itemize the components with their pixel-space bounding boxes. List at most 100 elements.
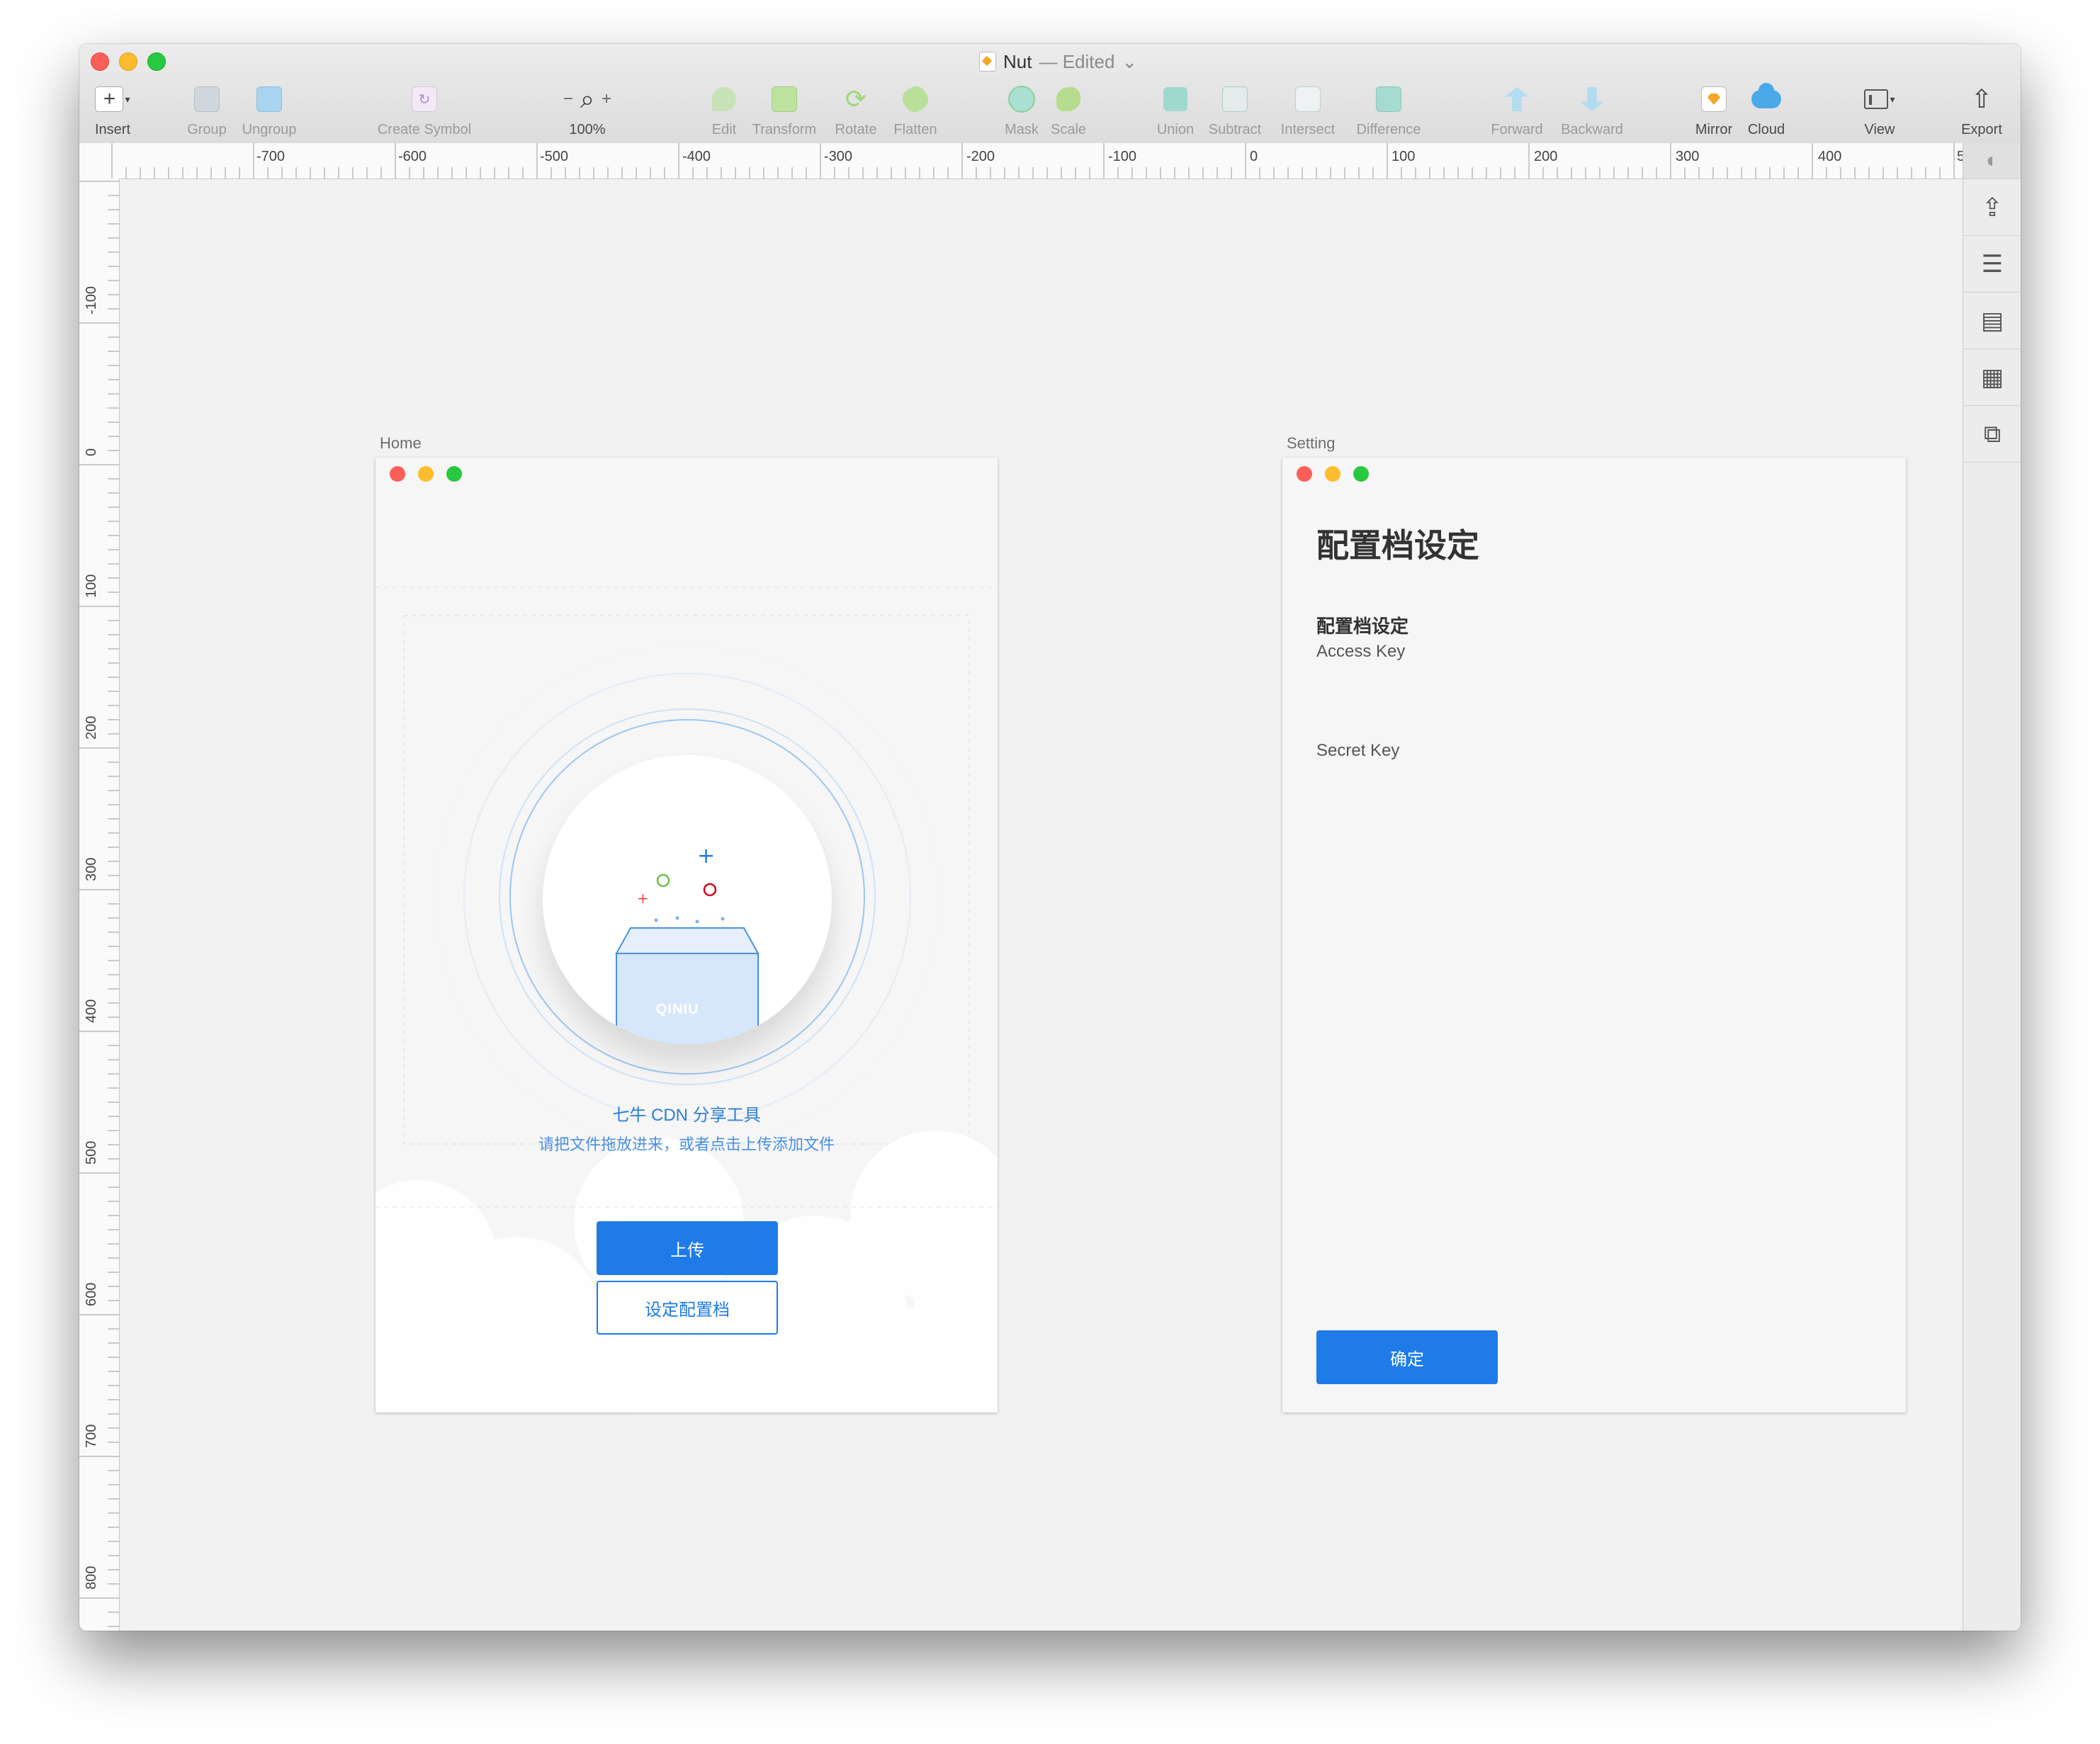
maximize-window-button[interactable] [147, 52, 166, 71]
minimize-window-button[interactable] [119, 52, 137, 71]
view-label: View [1864, 122, 1895, 137]
artboard-label-home[interactable]: Home [380, 434, 422, 453]
link-icon[interactable]: ⧉ [1963, 407, 2021, 463]
horizontal-ruler[interactable]: -700 -600 -500 -400 -300 -200 -100 0 100… [79, 143, 1965, 179]
union-label: Union [1156, 122, 1195, 137]
ungroup-icon [256, 81, 282, 118]
mirror-icon [1701, 81, 1727, 118]
app-title: 七牛 CDN 分享工具 [612, 1106, 761, 1125]
create-symbol-button[interactable]: ↻ Create Symbol [371, 81, 478, 142]
inspector-sidebar: ◐ ⇪ ☰ ▤ ▦ ⧉ [1963, 143, 2021, 1631]
ruler-label: -600 [398, 149, 427, 164]
upload-button[interactable]: 上传 [597, 1221, 778, 1275]
artboard-home[interactable]: + + QINIU 七牛 CDN 分享工具 请把文件拖放进来，或者点击上传添加文… [376, 458, 998, 1412]
access-key-label: Access Key [1316, 642, 1406, 661]
backward-button[interactable]: Backward [1554, 81, 1630, 142]
zoom-in-button[interactable]: + [602, 89, 611, 109]
rotate-button[interactable]: ⟳ Rotate [829, 81, 883, 142]
subtract-icon [1222, 81, 1248, 118]
intersect-label: Intersect [1280, 122, 1336, 137]
union-icon [1163, 81, 1187, 118]
ruler-ticks [79, 181, 119, 1627]
ruler-label: 300 [1676, 149, 1700, 164]
forward-button[interactable]: Forward [1486, 81, 1547, 142]
close-window-button[interactable] [91, 52, 109, 71]
ruler-label: -100 [1108, 149, 1137, 164]
drop-hint: 请把文件拖放进来，或者点击上传添加文件 [538, 1136, 835, 1153]
chevron-down-icon: ⌄ [1122, 50, 1138, 72]
section-title: 配置档设定 [1316, 616, 1409, 637]
secret-key-label: Secret Key [1316, 741, 1400, 760]
artboard-label-setting[interactable]: Setting [1287, 434, 1336, 453]
maximize-window-button[interactable] [1353, 466, 1369, 482]
transform-label: Transform [752, 122, 817, 137]
ruler-label: 700 [84, 1424, 99, 1448]
difference-icon [1376, 81, 1401, 118]
text-block-icon[interactable]: ▤ [1963, 293, 2021, 349]
mirror-button[interactable]: Mirror [1689, 81, 1739, 142]
create-symbol-label: Create Symbol [377, 122, 472, 137]
vertical-ruler[interactable]: -100 0 100 200 300 400 500 600 700 800 [79, 179, 120, 1631]
ruler-label: 100 [84, 574, 99, 598]
ungroup-button[interactable]: Ungroup [239, 81, 299, 142]
ungroup-label: Ungroup [242, 122, 297, 137]
difference-button[interactable]: Difference [1349, 81, 1428, 142]
cloud-label: Cloud [1747, 122, 1785, 137]
ruler-label: 200 [1534, 149, 1558, 164]
align-icon[interactable]: ☰ [1963, 237, 2021, 293]
illustration-circle: + + QINIU [543, 755, 832, 1044]
zoom-icons: − ⌕ + [563, 81, 611, 118]
share-icon[interactable]: ⇪ [1963, 180, 2021, 236]
document-status: — Edited [1039, 50, 1115, 72]
settings-button[interactable]: 设定配置档 [597, 1281, 778, 1335]
ruler-label: -300 [824, 149, 853, 164]
cloud-icon [1751, 81, 1781, 118]
zoom-out-button[interactable]: − [563, 89, 573, 109]
magnifier-icon: ⌕ [580, 84, 595, 113]
group-button[interactable]: Group [186, 81, 228, 142]
artboard-setting[interactable]: 配置档设定 配置档设定 Access Key Secret Key 确定 [1282, 458, 1906, 1412]
mirror-label: Mirror [1695, 122, 1733, 137]
scale-icon [1056, 81, 1080, 118]
forward-icon [1505, 81, 1529, 118]
view-button[interactable]: ▾ View [1855, 81, 1904, 142]
backward-label: Backward [1561, 122, 1623, 137]
edit-button[interactable]: Edit [703, 81, 745, 142]
ruler-label: 800 [84, 1565, 99, 1590]
minimize-window-button[interactable] [1325, 466, 1340, 482]
edit-label: Edit [711, 122, 737, 137]
grid-icon[interactable]: ▦ [1963, 350, 2021, 406]
ruler-label: -100 [84, 285, 99, 315]
scale-button[interactable]: Scale [1047, 81, 1090, 142]
forward-label: Forward [1491, 122, 1543, 137]
union-button[interactable]: Union [1151, 81, 1200, 142]
flatten-button[interactable]: Flatten [886, 81, 945, 142]
transform-button[interactable]: Transform [745, 81, 823, 142]
title-toolbar: Nut — Edited ⌄ + ▾ Insert Group Ungroup … [79, 44, 2021, 144]
mask-label: Mask [1005, 122, 1039, 137]
zoom-control[interactable]: − ⌕ + 100% [548, 81, 626, 142]
export-label: Export [1961, 122, 2002, 137]
ruler-label: 0 [1250, 149, 1258, 164]
difference-label: Difference [1356, 122, 1421, 137]
mask-icon [1008, 81, 1035, 118]
export-button[interactable]: ⇧ Export [1957, 81, 2006, 142]
canvas[interactable]: Home + + QINIU 七牛 CDN 分享工具 请把文件拖放进来，或者点击… [120, 179, 1962, 1631]
zoom-level: 100% [569, 122, 606, 137]
rotate-label: Rotate [835, 122, 877, 137]
cloud-button[interactable]: Cloud [1741, 81, 1791, 142]
intersect-button[interactable]: Intersect [1274, 81, 1342, 142]
insert-button[interactable]: + ▾ Insert [88, 81, 137, 142]
qiniu-logo: QINIU [656, 1002, 699, 1017]
ruler-label: 100 [1391, 149, 1416, 164]
document-title[interactable]: Nut — Edited ⌄ [979, 50, 1137, 74]
close-window-button[interactable] [1297, 466, 1312, 482]
mask-button[interactable]: Mask [1000, 81, 1043, 142]
pie-icon[interactable]: ◐ [1963, 143, 2021, 179]
subtract-button[interactable]: Subtract [1203, 81, 1267, 142]
svg-text:+: + [637, 890, 649, 907]
sketch-document-icon [979, 52, 996, 72]
ruler-label: -700 [256, 149, 286, 164]
group-icon [194, 81, 220, 118]
confirm-button[interactable]: 确定 [1316, 1330, 1498, 1384]
